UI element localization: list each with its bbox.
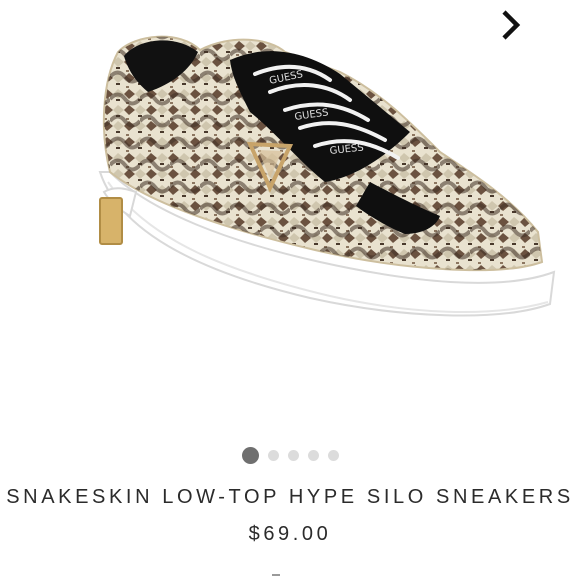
bottom-indicator — [272, 574, 280, 576]
product-price: $69.00 — [248, 523, 332, 545]
product-title: SNAKESKIN LOW-TOP HYPE SILO SNEAKERS — [6, 486, 574, 508]
carousel-dot[interactable] — [267, 450, 279, 461]
product-viewer: GUESS GUESS GUESS SNAKESKIN LOW-TOP HYPE… — [0, 0, 580, 580]
carousel-dot[interactable] — [241, 447, 259, 464]
carousel-dot[interactable] — [287, 450, 299, 461]
carousel-dot[interactable] — [307, 450, 319, 461]
carousel-dot[interactable] — [327, 450, 339, 461]
carousel-dots — [0, 447, 580, 464]
product-image[interactable]: GUESS GUESS GUESS — [80, 22, 560, 352]
